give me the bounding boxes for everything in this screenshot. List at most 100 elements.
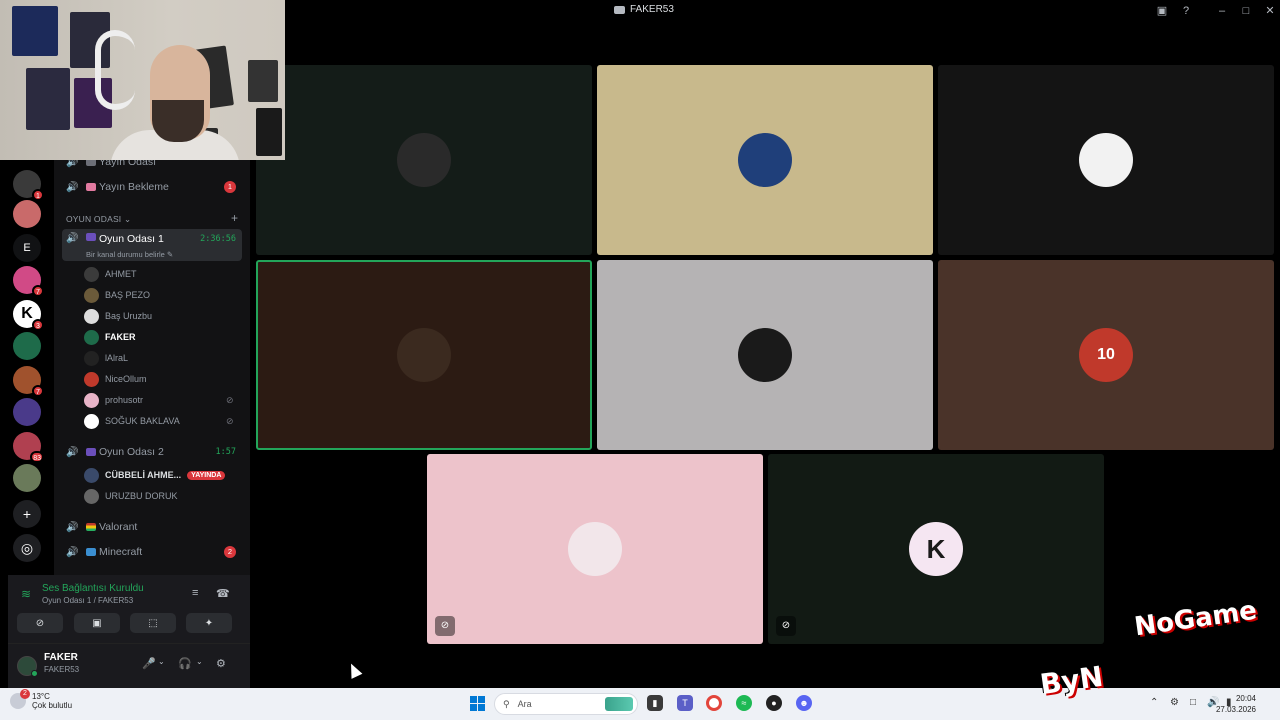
weather-widget[interactable]: 2 13°C Çok bulutlu [10,689,73,710]
avatar [84,371,99,387]
minimize-button[interactable]: – [1214,3,1230,19]
monitor-icon [86,548,96,556]
monitor-icon[interactable]: □ [1190,697,1196,708]
tile-cat-ears[interactable] [597,260,933,450]
steam-icon[interactable]: ● [766,695,782,711]
user-avatar[interactable] [17,656,38,677]
voice-member[interactable]: CÜBBELİ AHME... YAYINDA [84,466,226,484]
tile-anime-red[interactable] [938,65,1274,255]
add-channel-icon[interactable]: + [231,211,238,225]
tile-k-logo[interactable]: K ⊘ [768,454,1104,644]
channel-minecraft[interactable]: 🔊 Minecraft 2 [62,542,242,562]
voice-member[interactable]: lAlraL [84,349,128,367]
server-icon[interactable] [13,398,41,426]
close-button[interactable]: ✕ [1262,3,1278,19]
avatar [397,133,451,187]
tile-ghostface[interactable] [256,65,592,255]
add-server-icon[interactable]: + [13,500,41,528]
voice-member[interactable]: Baş Uruzbu [84,307,152,325]
screen-share-button[interactable]: ▣ [74,613,120,633]
server-icon[interactable]: 1 [13,170,44,201]
channel-yayin-bekleme[interactable]: 🔊 Yayın Bekleme 1 [62,177,242,197]
chevron-down-icon[interactable]: ⌄ [196,657,203,666]
muted-mic-icon: ⊘ [226,416,234,426]
avatar: K [909,522,963,576]
channel-label: Yayın Bekleme [99,181,169,193]
help-icon[interactable]: ? [1178,3,1194,19]
tray-expand-icon[interactable]: ⌃ [1150,697,1158,708]
tile-galatasaray[interactable]: 10 [938,260,1274,450]
avatar [738,133,792,187]
disconnect-icon[interactable]: ☎ [216,587,230,600]
server-initial: E [23,242,31,254]
voice-member[interactable]: URUZBU DORUK [84,487,178,505]
system-clock[interactable]: 20:04 27.03.2026 [1216,693,1256,715]
window-title-text: FAKER53 [630,4,674,15]
voice-member[interactable]: SOĞUK BAKLAVA [84,412,180,430]
camera-off-icon: ⊘ [35,617,45,629]
category-header[interactable]: OYUN ODASI ⌄ [66,214,131,225]
headphones-icon[interactable]: 🎧 [178,657,192,670]
voice-status[interactable]: Ses Bağlantısı Kuruldu [42,583,144,594]
muted-mic-icon: ⊘ [435,616,455,636]
start-button[interactable] [470,696,485,711]
voice-member[interactable]: prohusotr [84,391,143,409]
chevron-down-icon: ⌄ [123,214,132,224]
gear-icon[interactable]: ⚙ [216,657,226,670]
server-icon[interactable] [13,332,41,360]
noise-suppression-icon[interactable]: ≡ [192,587,198,599]
tile-pink[interactable]: ⊘ [427,454,763,644]
server-badge: 1 [32,189,44,201]
voice-connection-panel: ≋ Ses Bağlantısı Kuruldu Oyun Odası 1 / … [8,575,250,688]
channel-status-text: Bir kanal durumu belirle [86,250,165,259]
voice-member[interactable]: NiceOllum [84,370,147,388]
member-name: FAKER [105,332,136,342]
inbox-icon[interactable]: ▣ [1154,3,1170,19]
member-name: prohusotr [105,395,144,405]
taskbar-search[interactable]: ⚲ Ara [494,693,638,715]
voice-timer: 2:36:56 [200,234,236,244]
voice-member[interactable]: AHMET [84,265,137,283]
server-icon[interactable]: K3 [13,300,44,331]
avatar [84,488,99,504]
avatar [568,522,622,576]
server-icon[interactable]: E [13,234,41,262]
voice-member[interactable]: FAKER [84,328,136,346]
microphone-icon[interactable]: 🎤 [142,657,156,670]
soundboard-button[interactable]: ✦ [186,613,232,633]
tile-dark-brown[interactable] [256,260,592,450]
channel-status-hint[interactable]: Bir kanal durumu belirle ✎ [86,250,173,259]
server-icon[interactable] [13,464,41,492]
server-icon [614,5,625,14]
maximize-button[interactable]: □ [1238,3,1254,19]
search-icon: ⚲ [503,698,510,709]
avatar: 10 [1079,328,1133,382]
online-status-dot [31,670,38,677]
weather-condition: Çok bulutlu [32,701,73,710]
headset [95,30,135,110]
camera-toggle-button[interactable]: ⊘ [17,613,63,633]
activities-button[interactable]: ⬚ [130,613,176,633]
chevron-down-icon[interactable]: ⌄ [158,657,165,666]
server-icon[interactable]: 7 [13,366,44,397]
tile-fenerbahce[interactable] [597,65,933,255]
spotify-icon[interactable]: ≈ [736,695,752,711]
server-badge: 7 [32,285,44,297]
avatar [1079,133,1133,187]
poster-image [26,68,70,130]
channel-oyun-odasi-2[interactable]: 🔊 Oyun Odası 2 1:57 [62,442,242,462]
server-icon[interactable] [13,200,41,228]
discord-icon[interactable]: ☻ [796,695,812,711]
channel-valorant[interactable]: 🔊 Valorant [62,517,242,537]
explore-icon[interactable]: ◎ [13,534,41,562]
chrome-icon[interactable] [706,695,722,711]
server-icon[interactable]: 7 [13,266,44,297]
server-badge: 7 [32,385,44,397]
task-view-icon[interactable]: ▮ [647,695,663,711]
avatar [84,308,99,324]
server-icon[interactable]: 83 [13,432,44,463]
location-icon[interactable]: ⚙ [1170,697,1179,708]
voice-member[interactable]: BAŞ PEZO [84,286,150,304]
channel-label: Oyun Odası 2 [99,446,164,458]
teams-icon[interactable]: T [677,695,693,711]
